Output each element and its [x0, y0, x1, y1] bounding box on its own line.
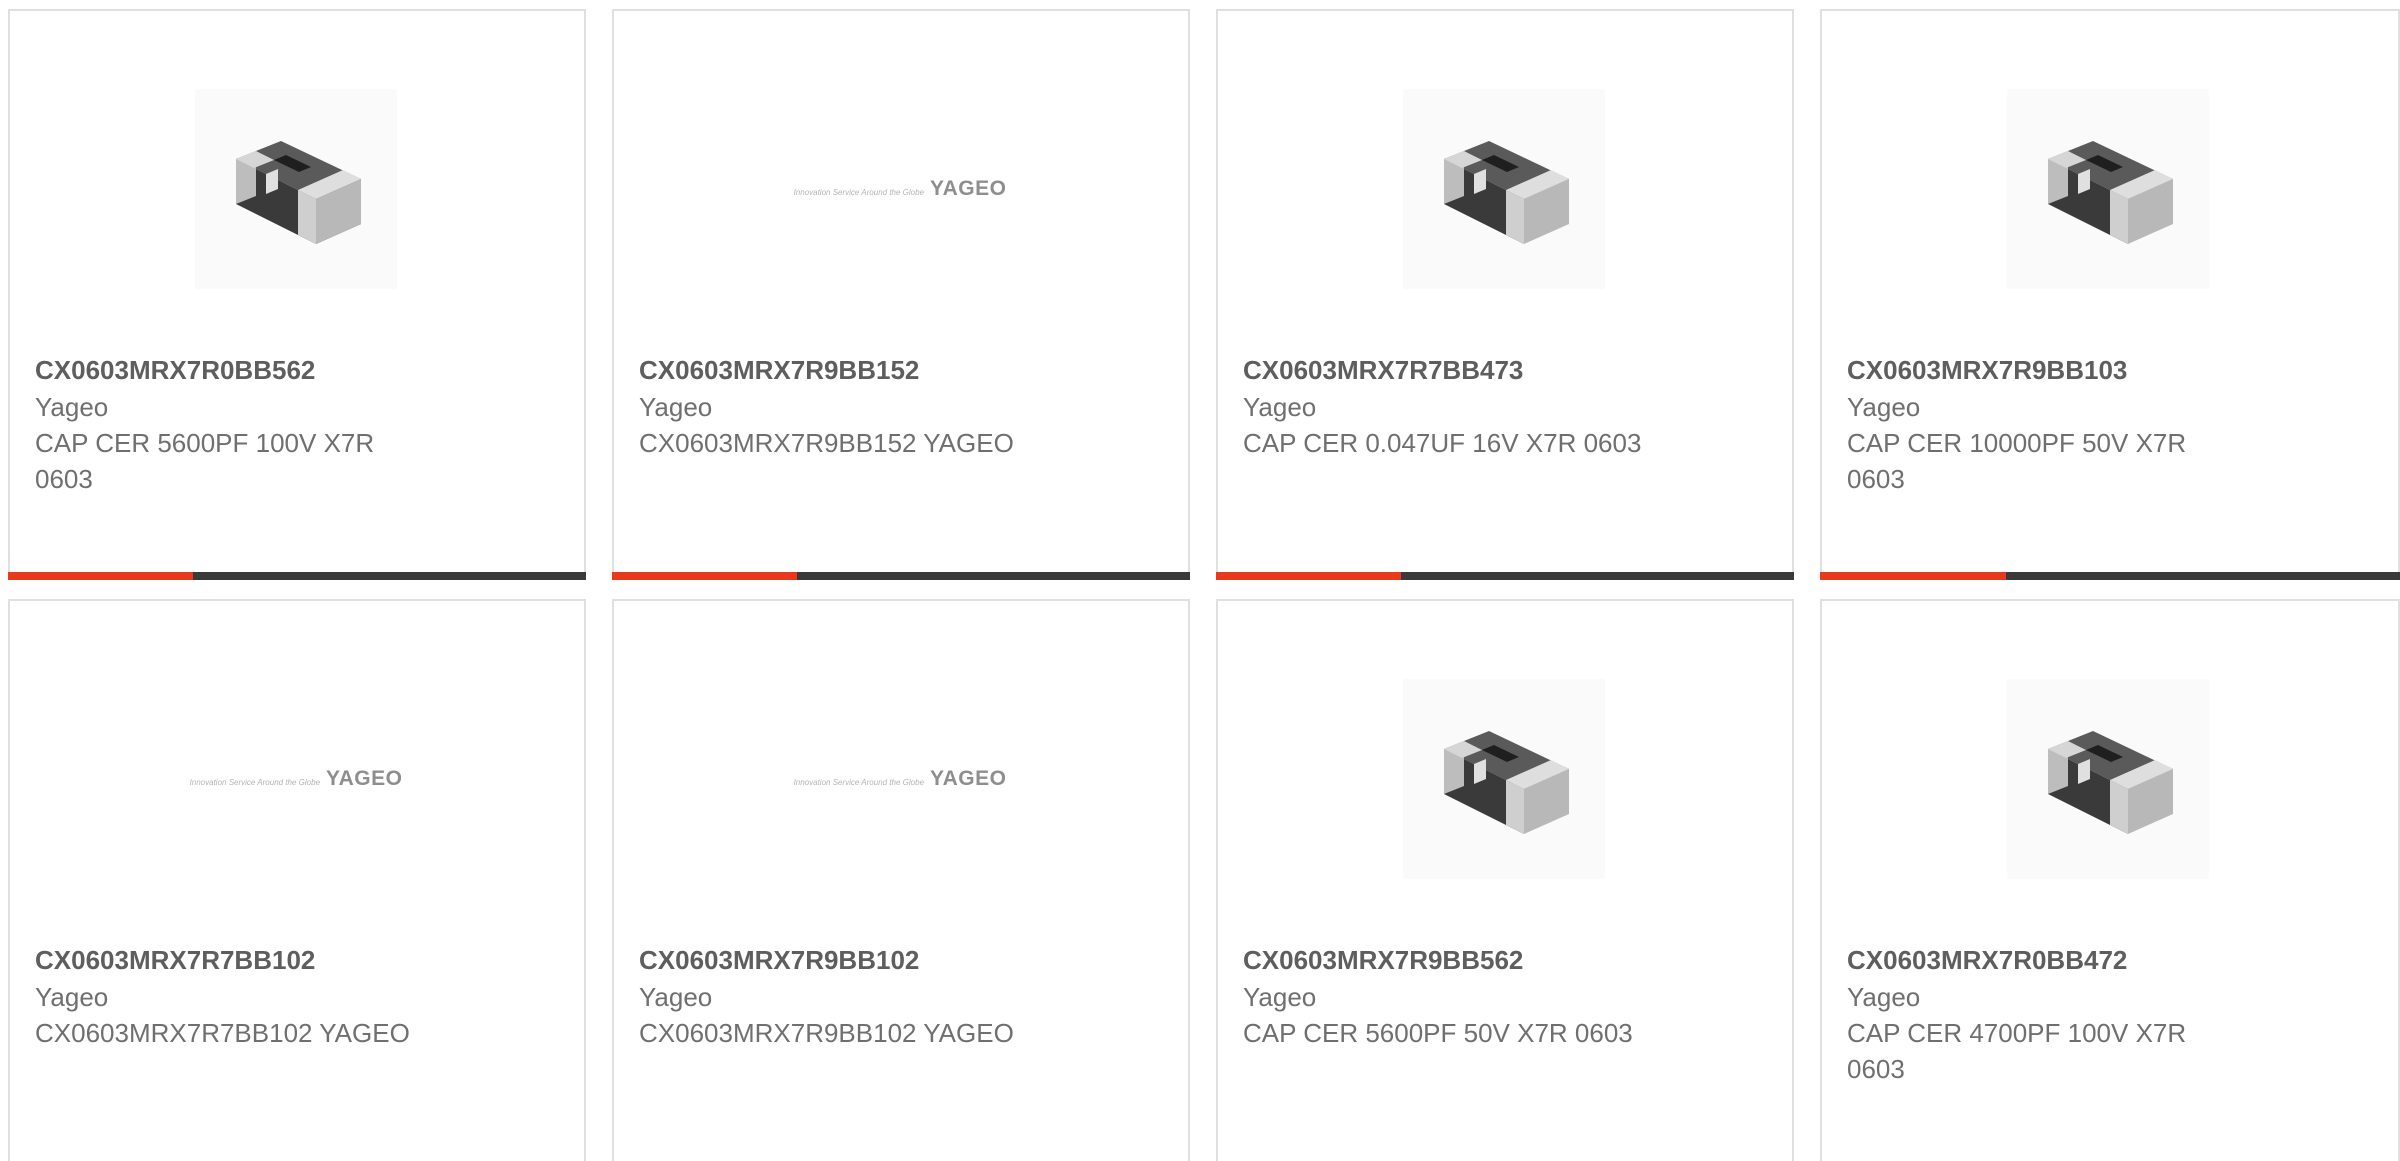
card-progress-bar [1216, 572, 1794, 580]
product-thumbnail[interactable]: Innovation Service Around the Globe YAGE… [190, 679, 402, 879]
yageo-logo: Innovation Service Around the Globe YAGE… [190, 767, 403, 791]
description: CX0603MRX7R9BB152 YAGEO [639, 428, 1014, 458]
product-card[interactable]: Innovation Service Around the Globe YAGE… [8, 599, 586, 1161]
card-progress-bar [612, 572, 1190, 580]
description: CX0603MRX7R7BB102 YAGEO [35, 1018, 410, 1048]
part-number[interactable]: CX0603MRX7R7BB473 [1243, 352, 1783, 389]
product-info: CX0603MRX7R7BB473 Yageo CAP CER 0.047UF … [1243, 352, 1783, 461]
product-info: CX0603MRX7R7BB102 Yageo CX0603MRX7R7BB10… [35, 942, 575, 1051]
part-number[interactable]: CX0603MRX7R9BB152 [639, 352, 1179, 389]
manufacturer: Yageo [1847, 392, 1921, 422]
product-info: CX0603MRX7R9BB152 Yageo CX0603MRX7R9BB15… [639, 352, 1179, 461]
chip-capacitor-icon [2048, 731, 2173, 834]
chip-capacitor-icon [1444, 731, 1569, 834]
part-number[interactable]: CX0603MRX7R9BB102 [639, 942, 1179, 979]
part-number[interactable]: CX0603MRX7R7BB102 [35, 942, 575, 979]
logo-tagline: Innovation Service Around the Globe [189, 778, 321, 787]
card-progress-accent [612, 572, 797, 580]
part-number[interactable]: CX0603MRX7R9BB562 [1243, 942, 1783, 979]
card-progress-accent [1820, 572, 2006, 580]
logo-tagline: Innovation Service Around the Globe [793, 778, 925, 787]
manufacturer: Yageo [35, 392, 109, 422]
logo-wordmark: YAGEO [930, 177, 1007, 200]
product-thumbnail[interactable]: Innovation Service Around the Globe YAGE… [794, 679, 1006, 879]
chip-capacitor-icon [236, 141, 361, 244]
manufacturer: Yageo [639, 982, 713, 1012]
manufacturer: Yageo [1847, 982, 1921, 1012]
manufacturer: Yageo [639, 392, 713, 422]
product-thumbnail[interactable] [2007, 89, 2209, 289]
part-number[interactable]: CX0603MRX7R0BB562 [35, 352, 575, 389]
product-thumbnail[interactable] [1403, 89, 1605, 289]
product-card[interactable]: Innovation Service Around the Globe YAGE… [612, 9, 1190, 580]
product-thumbnail[interactable] [195, 89, 397, 289]
product-info: CX0603MRX7R9BB102 Yageo CX0603MRX7R9BB10… [639, 942, 1179, 1051]
description: CAP CER 4700PF 100V X7R 0603 [1847, 1018, 2187, 1084]
description: CAP CER 0.047UF 16V X7R 0603 [1243, 428, 1642, 458]
description: CX0603MRX7R9BB102 YAGEO [639, 1018, 1014, 1048]
description: CAP CER 5600PF 100V X7R 0603 [35, 428, 375, 494]
product-grid: CX0603MRX7R0BB562 Yageo CAP CER 5600PF 1… [0, 0, 2400, 1161]
chip-capacitor-icon [2048, 141, 2173, 244]
manufacturer: Yageo [1243, 392, 1317, 422]
manufacturer: Yageo [35, 982, 109, 1012]
product-card[interactable]: CX0603MRX7R9BB562 Yageo CAP CER 5600PF 5… [1216, 599, 1794, 1161]
product-info: CX0603MRX7R9BB103 Yageo CAP CER 10000PF … [1847, 352, 2387, 497]
part-number[interactable]: CX0603MRX7R9BB103 [1847, 352, 2387, 389]
card-progress-bar [8, 572, 586, 580]
manufacturer: Yageo [1243, 982, 1317, 1012]
product-card[interactable]: CX0603MRX7R0BB562 Yageo CAP CER 5600PF 1… [8, 9, 586, 580]
part-number[interactable]: CX0603MRX7R0BB472 [1847, 942, 2387, 979]
product-card[interactable]: CX0603MRX7R7BB473 Yageo CAP CER 0.047UF … [1216, 9, 1794, 580]
yageo-logo: Innovation Service Around the Globe YAGE… [794, 767, 1007, 791]
yageo-logo: Innovation Service Around the Globe YAGE… [794, 177, 1007, 201]
product-info: CX0603MRX7R0BB472 Yageo CAP CER 4700PF 1… [1847, 942, 2387, 1087]
logo-tagline: Innovation Service Around the Globe [793, 188, 925, 197]
description: CAP CER 10000PF 50V X7R 0603 [1847, 428, 2187, 494]
logo-wordmark: YAGEO [326, 767, 403, 790]
logo-wordmark: YAGEO [930, 767, 1007, 790]
description: CAP CER 5600PF 50V X7R 0603 [1243, 1018, 1633, 1048]
product-thumbnail[interactable] [1403, 679, 1605, 879]
card-progress-accent [1216, 572, 1401, 580]
product-thumbnail[interactable]: Innovation Service Around the Globe YAGE… [794, 89, 1006, 289]
product-card[interactable]: Innovation Service Around the Globe YAGE… [612, 599, 1190, 1161]
card-progress-bar [1820, 572, 2400, 580]
product-thumbnail[interactable] [2007, 679, 2209, 879]
product-info: CX0603MRX7R9BB562 Yageo CAP CER 5600PF 5… [1243, 942, 1783, 1051]
chip-capacitor-icon [1444, 141, 1569, 244]
card-progress-accent [8, 572, 193, 580]
product-info: CX0603MRX7R0BB562 Yageo CAP CER 5600PF 1… [35, 352, 575, 497]
product-card[interactable]: CX0603MRX7R0BB472 Yageo CAP CER 4700PF 1… [1820, 599, 2400, 1161]
product-card[interactable]: CX0603MRX7R9BB103 Yageo CAP CER 10000PF … [1820, 9, 2400, 580]
